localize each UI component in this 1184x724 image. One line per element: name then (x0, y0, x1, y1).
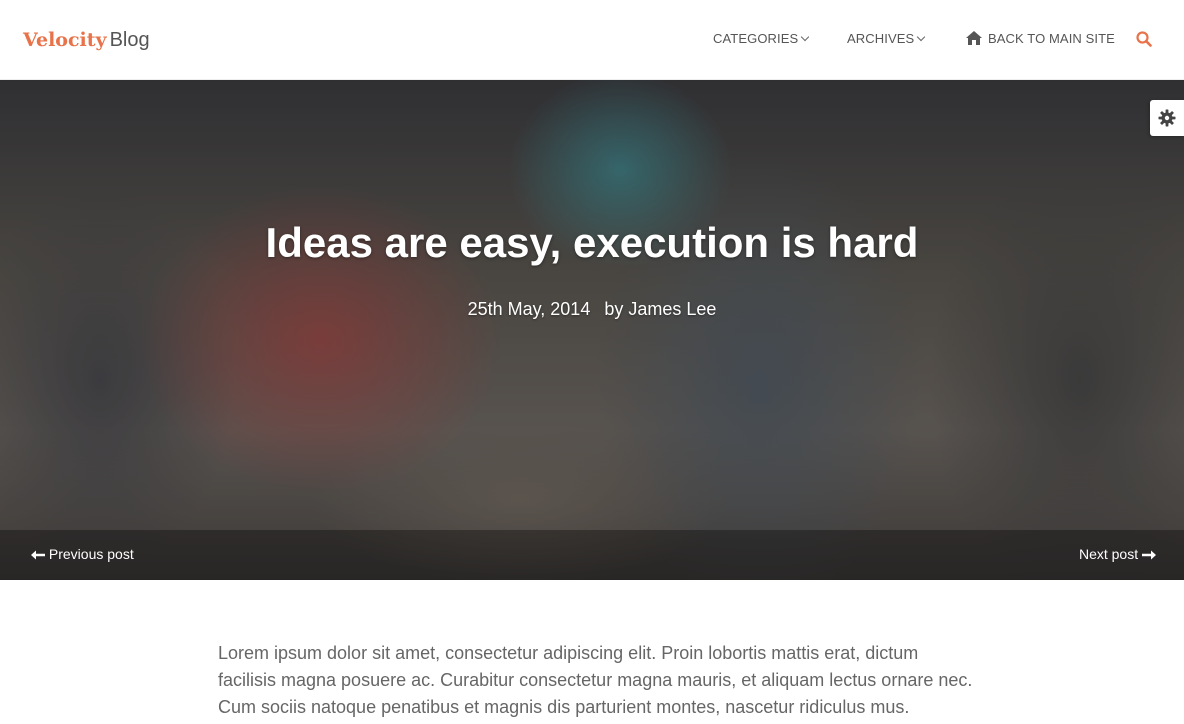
nav-categories[interactable]: CATEGORIES (713, 31, 810, 46)
author-prefix: by (604, 299, 624, 319)
nav-back-label: BACK TO MAIN SITE (988, 31, 1115, 46)
post-meta: 25th May, 2014 by James Lee (0, 298, 1184, 320)
post-date: 25th May, 2014 (467, 299, 591, 319)
settings-panel-toggle[interactable] (1150, 100, 1184, 136)
arrow-left-icon (31, 550, 45, 560)
previous-post-link[interactable]: Previous post (31, 546, 134, 562)
nav-back-to-main-site[interactable]: BACK TO MAIN SITE (966, 31, 1115, 46)
next-post-link[interactable]: Next post (1079, 546, 1156, 562)
post-author-link[interactable]: James Lee (628, 299, 716, 319)
search-button[interactable] (1136, 31, 1152, 47)
site-logo[interactable]: Velocity Blog (23, 27, 150, 53)
hero-image-overlay (0, 80, 1184, 580)
home-icon (966, 31, 982, 45)
chevron-down-icon (917, 32, 926, 42)
hero-banner: Ideas are easy, execution is hard 25th M… (0, 80, 1184, 580)
brand-secondary: Blog (109, 29, 150, 51)
article-paragraph: Lorem ipsum dolor sit amet, consectetur … (218, 643, 973, 717)
arrow-right-icon (1142, 550, 1156, 560)
search-icon (1136, 31, 1152, 47)
nav-archives-label: ARCHIVES (847, 31, 915, 46)
nav-categories-label: CATEGORIES (713, 31, 799, 46)
site-header: Velocity Blog CATEGORIES ARCHIVES BACK TO… (0, 0, 1184, 80)
nav-archives[interactable]: ARCHIVES (847, 31, 926, 46)
post-title: Ideas are easy, execution is hard (265, 219, 919, 266)
article-body: Lorem ipsum dolor sit amet, consectetur … (218, 640, 978, 721)
chevron-down-icon (801, 32, 810, 42)
next-post-label: Next post (1078, 546, 1139, 562)
brand-primary: Velocity (23, 29, 107, 51)
gear-icon (1158, 109, 1176, 127)
post-navigation: Previous post Next post (0, 530, 1184, 580)
previous-post-label: Previous post (48, 546, 134, 562)
